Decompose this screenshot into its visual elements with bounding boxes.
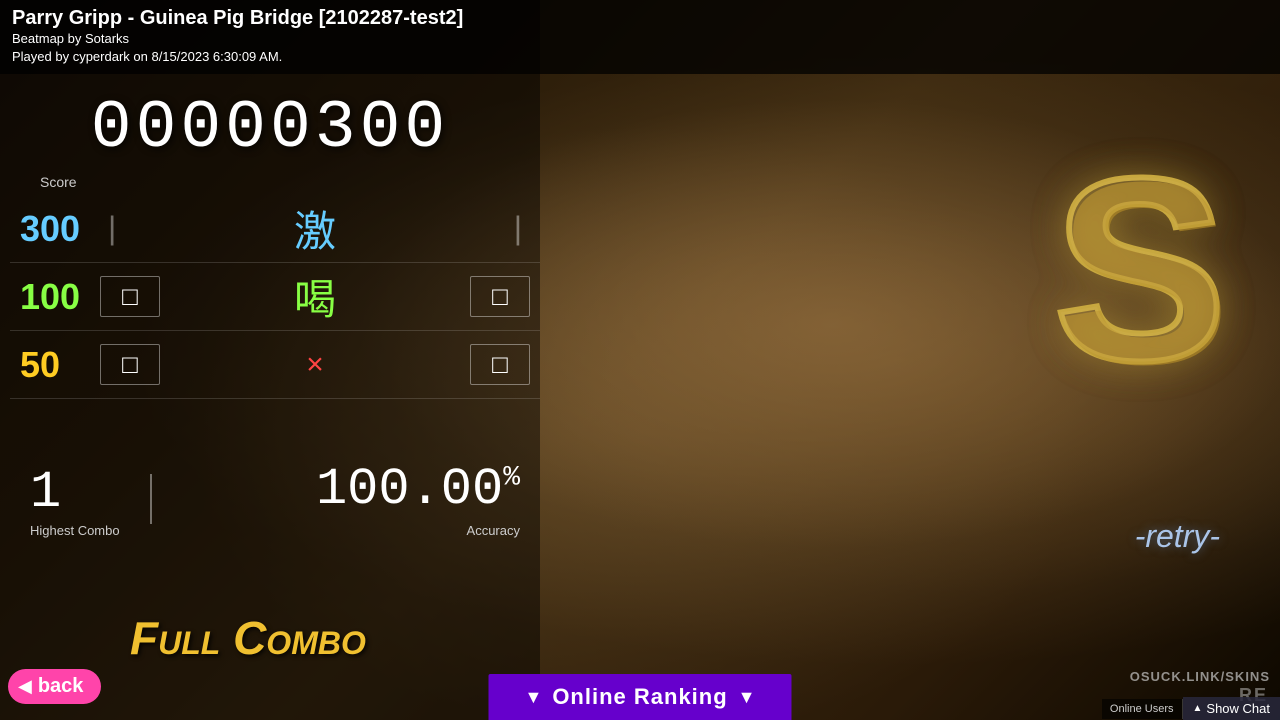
hit-50-count-left: □ — [100, 344, 160, 385]
hit-100-count-right: □ — [470, 276, 530, 317]
show-chat-button[interactable]: ▲ Show Chat — [1183, 697, 1280, 720]
retry-button[interactable]: -retry- — [1135, 518, 1220, 555]
online-ranking-button[interactable]: ▼ Online Ranking ▼ — [488, 674, 791, 720]
bottom-stats: 1 Highest Combo 100.00% Accuracy — [10, 460, 540, 538]
kanji-miss: × — [160, 348, 470, 382]
skin-link: OSUCK.LINK/SKINS — [1130, 669, 1270, 684]
kanji-100: 喝 — [160, 266, 470, 327]
score-label: Score — [20, 174, 77, 190]
sep-300-right: | — [514, 210, 522, 247]
hit-300-row: 300 | 激 | — [10, 195, 540, 263]
ranking-arrow-right-icon: ▼ — [738, 687, 756, 708]
back-button[interactable]: ◀ back — [8, 669, 101, 704]
back-label: back — [38, 675, 84, 698]
score-number: 00000300 — [0, 95, 540, 163]
played-by: Played by cyperdark on 8/15/2023 6:30:09… — [12, 48, 1268, 66]
hit-50-row: 50 □ × □ — [10, 331, 540, 399]
accuracy-label: Accuracy — [316, 523, 520, 538]
hit-300-value: 300 — [20, 208, 100, 250]
grade-display: S — [1020, 120, 1260, 420]
accuracy-symbol: % — [503, 463, 520, 494]
combo-value: 1 — [30, 467, 120, 519]
song-title: Parry Gripp - Guinea Pig Bridge [2102287… — [12, 6, 1268, 30]
hit-100-value: 100 — [20, 276, 100, 318]
combo-block: 1 Highest Combo — [30, 467, 120, 538]
show-chat-label: Show Chat — [1206, 701, 1270, 716]
bottom-right-bar: Online Users ▲ Show Chat — [1102, 697, 1280, 720]
beatmap-author: Beatmap by Sotarks — [12, 30, 1268, 48]
grade-letter: S — [1053, 140, 1226, 400]
online-users-label: Online Users — [1102, 699, 1183, 719]
ranking-label: Online Ranking — [552, 684, 727, 710]
hit-100-count-left: □ — [100, 276, 160, 317]
accuracy-number: 100.00 — [316, 460, 503, 519]
hit-50-count-right: □ — [470, 344, 530, 385]
kanji-300: 激 — [124, 198, 505, 259]
stats-divider — [150, 474, 152, 524]
combo-label: Highest Combo — [30, 523, 120, 538]
accuracy-block: 100.00% Accuracy — [316, 460, 520, 538]
hit-50-value: 50 — [20, 344, 100, 386]
hit-stats: 300 | 激 | 100 □ 喝 □ 50 □ × □ — [10, 195, 540, 399]
show-chat-chevron-icon: ▲ — [1193, 703, 1203, 714]
score-section: 00000300 — [0, 95, 540, 163]
top-bar: Parry Gripp - Guinea Pig Bridge [2102287… — [0, 0, 1280, 74]
full-combo-banner: Full Combo — [130, 611, 366, 665]
accuracy-value: 100.00% — [316, 460, 520, 519]
ranking-arrow-left-icon: ▼ — [524, 687, 542, 708]
sep-300-left: | — [108, 210, 116, 247]
hit-100-row: 100 □ 喝 □ — [10, 263, 540, 331]
back-arrow-icon: ◀ — [18, 676, 32, 697]
